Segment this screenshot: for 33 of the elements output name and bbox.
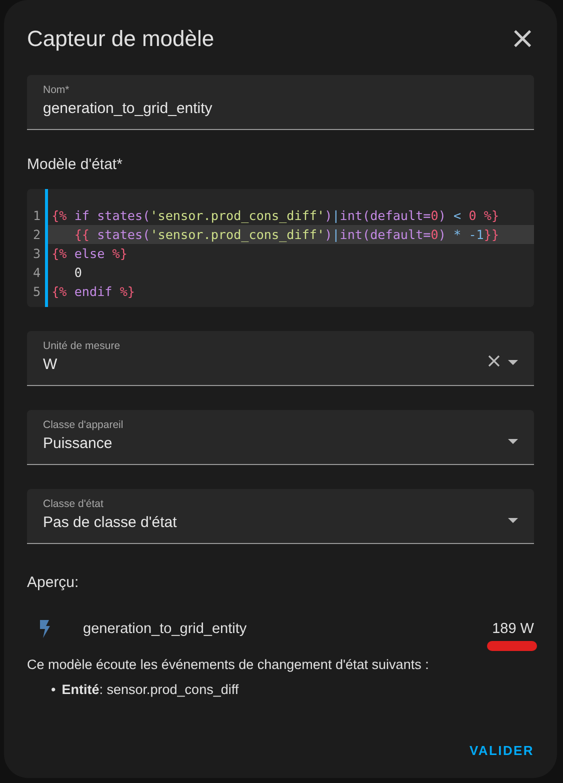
field-label: Classe d'appareil [43,419,124,431]
section-label: Modèle d'état* [27,156,124,173]
line-number: 5 [33,283,41,301]
dropdown-arrow-icon[interactable] [508,439,518,444]
close-button[interactable]: × [510,25,534,53]
field-label: Classe d'état [43,498,104,510]
entity-list-item: Entité: sensor.prod_cons_diff [62,682,239,697]
line-number: 1 [33,207,41,225]
select-field[interactable]: Unité de mesure W [27,331,534,386]
clear-icon[interactable] [488,354,500,366]
line-number: 4 [33,264,41,282]
line-number: 3 [33,245,41,263]
code-editor[interactable]: 1 2 3 4 5 {% if states('sensor.prod_cons_diff')|int(default=0) < 0 %} {{ states('sensor.prod_cons_diff')|int(default=0) * -1}} {% else %} 0 {% endif %} [27,189,534,307]
field-label: Unité de mesure [43,340,120,352]
preview-heading: Aperçu: [27,574,80,591]
field-value: generation_to_grid_entity [43,100,212,117]
field-value: Puissance [43,435,114,452]
name-field[interactable]: Nom* generation_to_grid_entity [27,75,534,130]
dialog-title: Capteur de modèle [27,26,214,52]
bullet: • [51,682,56,697]
entity-name: generation_to_grid_entity [83,621,248,637]
dropdown-arrow-icon[interactable] [508,360,518,365]
dropdown-arrow-icon[interactable] [508,518,518,523]
select-field[interactable]: Classe d'état Pas de classe d'état [27,489,534,544]
entity-state: 189 W [492,621,534,637]
field-value: W [43,356,58,373]
validate-button[interactable]: VALIDER [470,739,534,762]
listens-text: Ce modèle écoute les événements de changement d'état suivants : [27,657,430,672]
lightning-icon [39,620,51,638]
field-value: Pas de classe d'état [43,514,177,531]
field-label: Nom* [43,84,70,96]
line-number: 2 [33,226,41,244]
select-field[interactable]: Classe d'appareil Puissance [27,410,534,465]
